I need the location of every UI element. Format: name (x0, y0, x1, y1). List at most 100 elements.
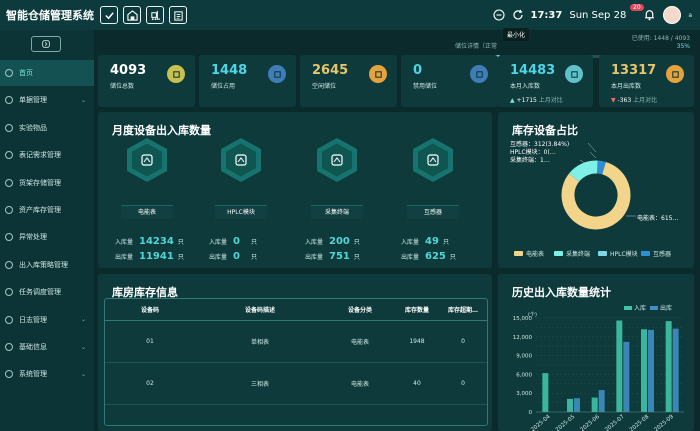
bar[interactable] (574, 398, 580, 412)
unit-label: 只 (251, 239, 258, 246)
donut-chart (561, 142, 636, 230)
legend-item[interactable]: HPLC模块 (598, 249, 638, 258)
sidebar-item[interactable]: 异常处理 (0, 224, 94, 250)
sidebar-item-label: 出入库策略管理 (19, 260, 68, 269)
table-cell: 电能表 (350, 381, 369, 388)
legend-swatch (514, 251, 523, 256)
bar[interactable] (641, 329, 647, 412)
legend-item[interactable]: 电能表 (514, 249, 544, 258)
hex-inner (226, 143, 256, 177)
table-cell: 01 (146, 338, 154, 345)
sidebar-item[interactable]: 系统管理 ⌄ (0, 361, 94, 387)
sidebar-item[interactable]: 资产库存管理 (0, 197, 94, 223)
legend-item[interactable]: 互感器 (641, 249, 671, 258)
chevron-down-icon: ⌄ (80, 343, 86, 351)
bar[interactable] (665, 321, 672, 412)
unit-label: 只 (449, 254, 456, 261)
bar[interactable] (648, 329, 654, 412)
inventory-table: 设备码 设备码描述 设备分类 库存数量 库存超期… 01 单相表 电能表 1948 0 02 三相表… (104, 298, 488, 426)
menu-icon (5, 288, 13, 297)
forklift-icon[interactable] (146, 6, 164, 24)
table-header-cell[interactable]: 库存超期… (439, 305, 487, 314)
progress-label: 储位详情（正常 (455, 43, 498, 50)
table-header-cell[interactable]: 设备分类 (325, 305, 395, 314)
warehouse-icon[interactable] (123, 6, 141, 24)
stat-change-label: 上月对比 (633, 97, 658, 104)
hex-frame (317, 138, 357, 182)
table-header-cell[interactable]: 库存数量 (395, 305, 439, 314)
clipboard-icon[interactable] (169, 6, 187, 24)
menu-icon (5, 96, 13, 105)
bell-icon[interactable] (643, 6, 656, 25)
device-name: 采集终端 (311, 205, 363, 219)
in-value: 200 (329, 236, 350, 247)
clock: 17:37 (530, 9, 563, 21)
hex-inner (322, 143, 352, 177)
arrow-down-icon: ▼ (611, 97, 616, 104)
device-out-row: 出库量 11941 只 (115, 251, 184, 262)
bar[interactable] (616, 320, 623, 412)
monthly-panel: 月度设备出入库数量 电能表 入库量 14234 只出库量 11941 只 HPLC模块 入库量… (98, 112, 492, 268)
sidebar-item-label: 单据管理 (19, 96, 47, 105)
stat-card: 1448 储位占用 (199, 55, 296, 107)
stat-change: ▼ -363 上月对比 (611, 95, 657, 104)
device-in-row: 入库量 0 只 (209, 236, 257, 247)
table-header-cell[interactable]: 设备码 (105, 305, 195, 314)
hex-inner (418, 143, 448, 177)
sidebar-item[interactable]: 日志管理 ⌄ (0, 307, 94, 333)
sidebar-item[interactable]: 首页 (0, 60, 94, 86)
sidebar-item[interactable]: 实验物品 (0, 115, 94, 141)
table-row[interactable]: 02 三相表 电能表 40 0 (105, 363, 487, 405)
x-tick-label: 2025-07 (604, 414, 626, 431)
stat-change-value: -363 (617, 97, 632, 104)
bar[interactable] (623, 341, 630, 412)
table-header-cell[interactable]: 设备码描述 (195, 305, 325, 314)
table-row[interactable]: 01 单相表 电能表 1948 0 (105, 321, 487, 363)
stat-value: 13317 (611, 63, 657, 78)
menu-icon (5, 123, 13, 132)
user-suffix[interactable]: a (688, 12, 692, 19)
top-bar: 智能仓储管理系统 17:37 Sun Sep 28 a 20 (0, 0, 700, 30)
sidebar-toggle[interactable] (31, 36, 61, 52)
sidebar-item-label: 表记需求管理 (19, 151, 61, 160)
x-tick-label: 2025-05 (555, 414, 577, 431)
stat-icon (268, 65, 286, 83)
y-tick-label: 6,000 (516, 372, 532, 378)
check-icon[interactable] (100, 6, 118, 24)
sidebar-item[interactable]: 出入库策略管理 (0, 252, 94, 278)
out-value: 751 (329, 251, 350, 262)
bar[interactable] (591, 397, 598, 412)
sidebar-item-label: 实验物品 (19, 123, 47, 132)
sidebar-item[interactable]: 货架存储管理 (0, 170, 94, 196)
date: Sun Sep 28 (569, 9, 627, 21)
out-value: 11941 (139, 251, 174, 262)
stat-change-value: +1715 (516, 97, 537, 104)
stat-card: 2645 空闲储位 (300, 55, 397, 107)
bar[interactable] (567, 398, 573, 412)
progress-percent: 35% (676, 43, 690, 50)
leader-line (587, 142, 597, 153)
avatar[interactable] (663, 6, 682, 24)
app-title: 智能仓储管理系统 (6, 9, 94, 22)
unit-label: 只 (443, 239, 450, 246)
sidebar-item[interactable]: 任务调度管理 (0, 279, 94, 305)
refresh-icon[interactable] (512, 6, 524, 25)
stat-value: 4093 (110, 63, 147, 78)
bar[interactable] (598, 390, 605, 412)
legend-label: 采集终端 (566, 251, 591, 258)
legend-item[interactable]: 采集终端 (554, 249, 590, 258)
table-cell: 02 (146, 380, 154, 387)
sidebar-item[interactable]: 表记需求管理 (0, 142, 94, 168)
stat-label: 储位总数 (110, 83, 135, 90)
minimize-icon[interactable] (492, 6, 505, 25)
bar[interactable] (672, 328, 679, 412)
legend-swatch (554, 251, 563, 256)
unit-label: 只 (353, 254, 360, 261)
donut-slice[interactable] (596, 160, 606, 175)
stat-icon (167, 65, 185, 83)
sidebar-item[interactable]: 单据管理 ⌄ (0, 87, 94, 113)
table-cell: 1948 (409, 338, 425, 345)
donut-slice[interactable] (568, 160, 598, 182)
sidebar-item[interactable]: 基础信息 ⌄ (0, 334, 94, 360)
bar[interactable] (542, 373, 549, 412)
